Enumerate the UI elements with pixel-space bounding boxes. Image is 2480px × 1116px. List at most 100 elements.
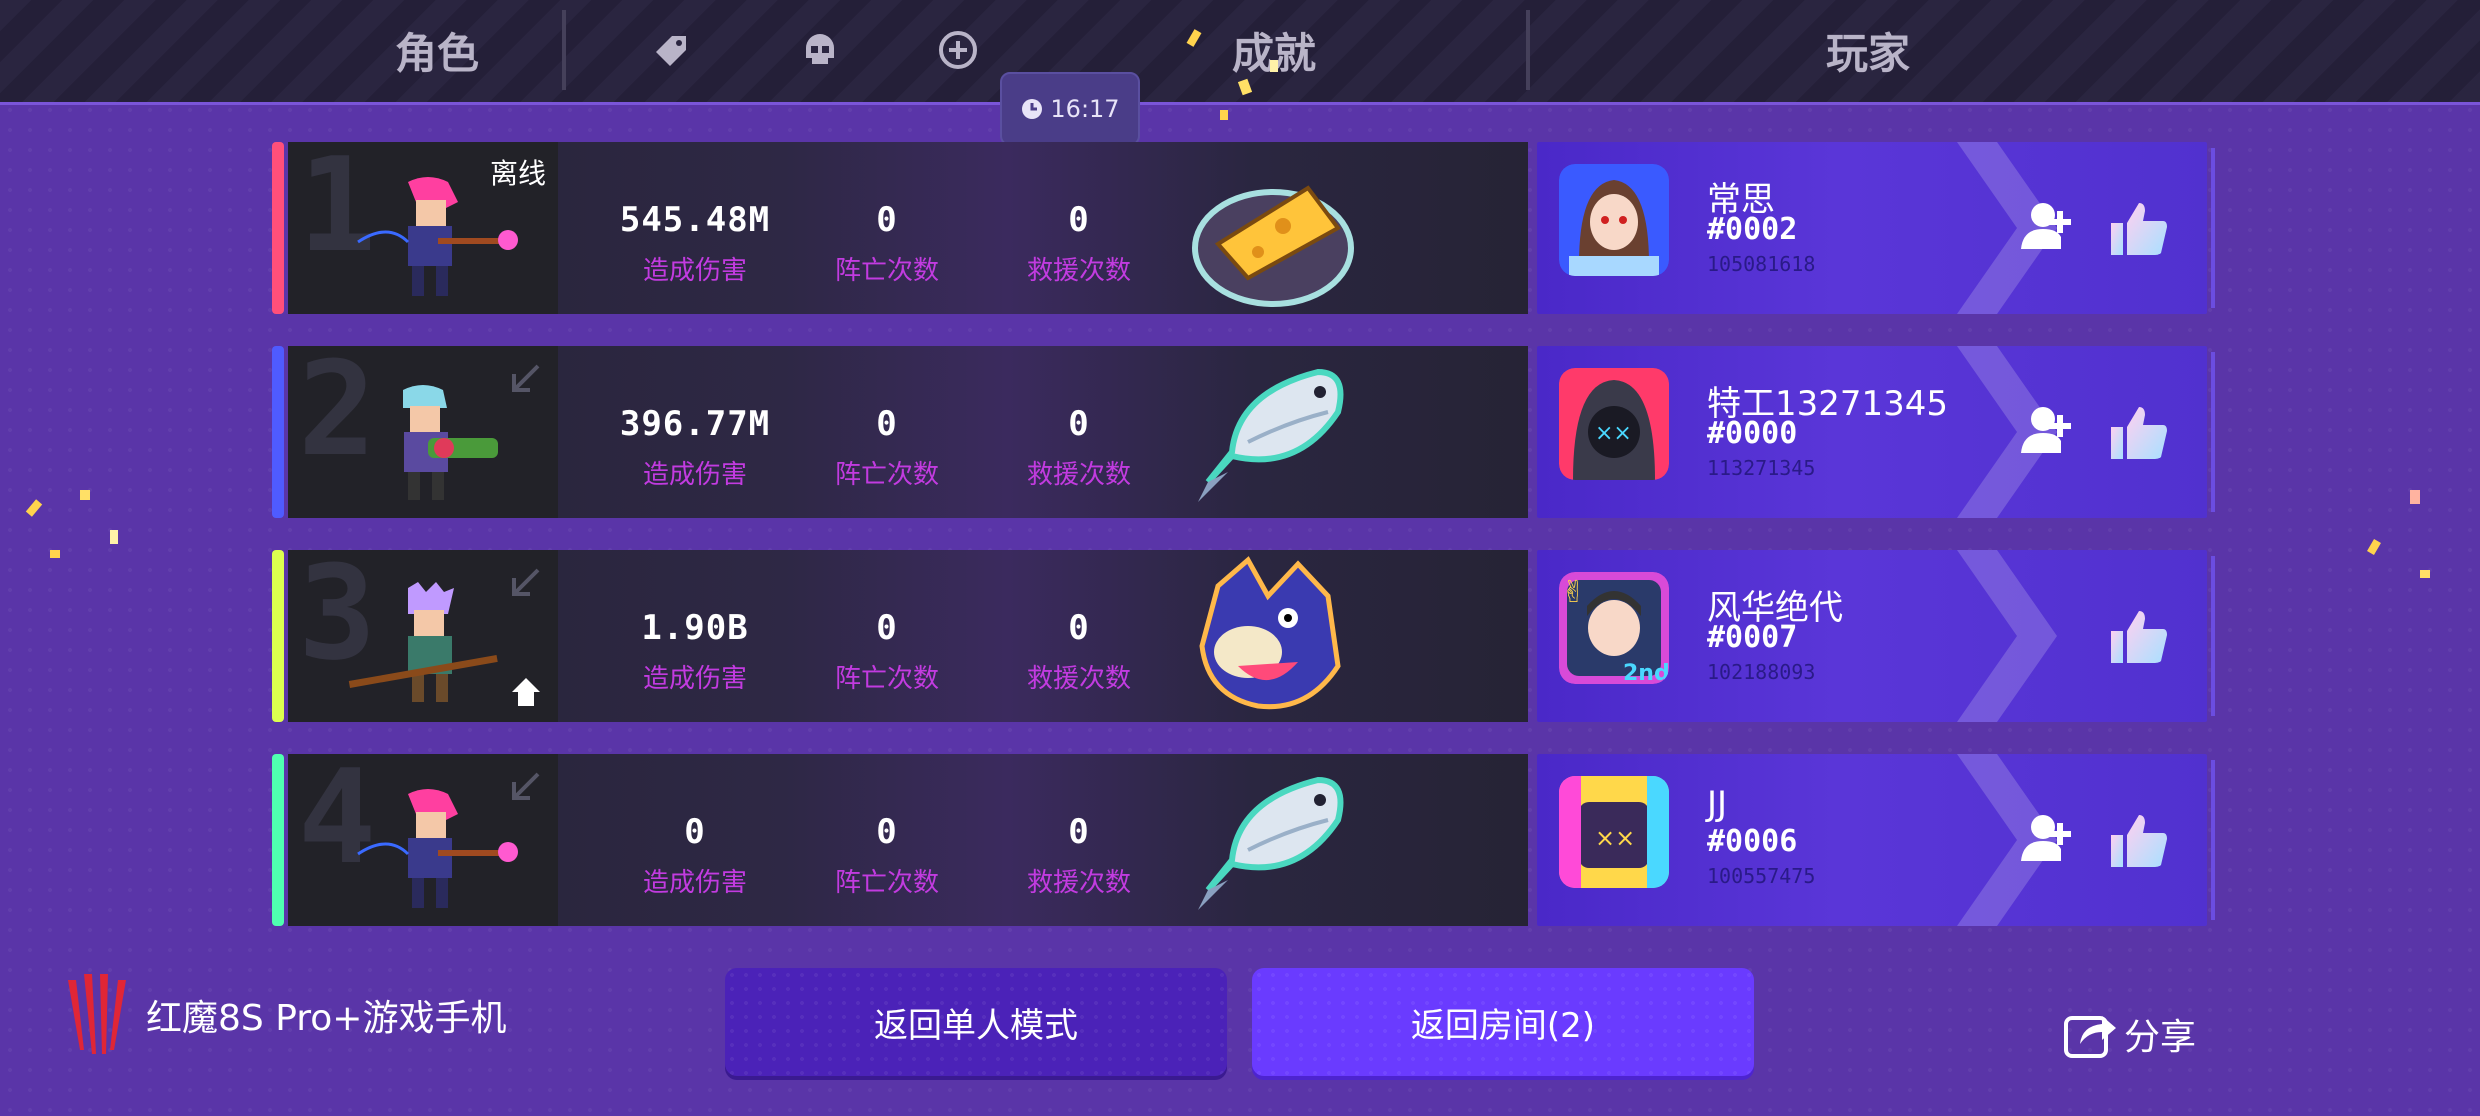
thumbs-up-icon[interactable] <box>2107 605 2171 669</box>
rescues-label: 救援次数 <box>1026 868 1131 898</box>
rescues-value: 0 <box>1068 404 1090 444</box>
svg-text:✌: ✌ <box>1561 575 1586 610</box>
rank-stripe <box>272 346 284 518</box>
scoreboard-row: 1 离线 545.48M 造成伤害 0 阵亡次数 0 救援次数 常思 #0002… <box>272 140 2215 314</box>
brand-text: 红魔8S Pro+游戏手机 <box>146 998 507 1039</box>
rank-stripe <box>272 550 284 722</box>
clock-badge: 16:17 <box>1000 72 1140 146</box>
achievement-fish-icon <box>1198 368 1344 502</box>
character-sprite <box>348 582 498 702</box>
thumbs-up-icon[interactable] <box>2107 809 2171 873</box>
character-box: 4 <box>288 752 558 926</box>
player-avatar: ×× <box>1559 368 1669 480</box>
expand-arrow-icon[interactable] <box>504 564 544 604</box>
svg-text:××: ×× <box>1595 421 1632 446</box>
damage-value: 0 <box>684 812 706 852</box>
tag-icon[interactable] <box>650 28 694 72</box>
deaths-label: 阵亡次数 <box>834 868 939 898</box>
damage-value: 545.48M <box>619 200 771 240</box>
rescues-value: 0 <box>1068 608 1090 648</box>
add-friend-icon[interactable] <box>2017 809 2077 869</box>
character-box: 1 离线 <box>288 140 558 314</box>
achievement-wolf-icon <box>1199 556 1341 710</box>
player-card[interactable]: ×× JJ #0006 100557475 <box>1537 754 2215 926</box>
player-id: 113271345 <box>1707 456 1816 480</box>
player-card[interactable]: 常思 #0002 105081618 <box>1537 142 2215 314</box>
rescues-label: 救援次数 <box>1026 256 1131 286</box>
player-avatar: ×× <box>1559 776 1669 888</box>
damage-label: 造成伤害 <box>642 664 747 694</box>
add-friend-icon[interactable] <box>2017 197 2077 257</box>
skull-icon[interactable] <box>798 28 842 72</box>
player-avatar <box>1559 164 1669 276</box>
rescues-stat: 0 救援次数 <box>994 812 1164 899</box>
stats-card: 1 离线 545.48M 造成伤害 0 阵亡次数 0 救援次数 <box>288 140 1528 314</box>
expand-arrow-icon[interactable] <box>504 768 544 808</box>
player-name: JJ <box>1707 784 1728 824</box>
redmagic-logo-icon <box>68 974 126 1054</box>
rescues-stat: 0 救援次数 <box>994 608 1164 695</box>
plus-circle-icon[interactable] <box>936 28 980 72</box>
rescues-label: 救援次数 <box>1026 460 1131 490</box>
scoreboard-row: 4 0 造成伤害 0 阵亡次数 0 救援次数 ×× JJ #0006 10055… <box>272 752 2215 926</box>
deaths-stat: 0 阵亡次数 <box>802 404 972 491</box>
offline-status: 离线 <box>489 157 546 190</box>
home-icon <box>512 678 540 706</box>
player-number: #0000 <box>1707 416 1798 451</box>
add-friend-icon[interactable] <box>2017 401 2077 461</box>
confetti-decoration <box>2367 490 2430 578</box>
damage-label: 造成伤害 <box>642 256 747 286</box>
brand-logo: 红魔8S Pro+游戏手机 <box>62 970 506 1060</box>
deaths-stat: 0 阵亡次数 <box>802 812 972 899</box>
scoreboard-row: 3 1.90B 造成伤害 0 阵亡次数 0 救援次数 2nd ✌ 风华绝代 #0… <box>272 548 2215 722</box>
player-card[interactable]: 2nd ✌ 风华绝代 #0007 102188093 <box>1537 550 2215 722</box>
tab-role[interactable]: 角色 <box>395 20 479 81</box>
share-icon <box>2064 1016 2116 1058</box>
player-number: #0006 <box>1707 824 1798 859</box>
expand-arrow-icon[interactable] <box>504 360 544 400</box>
damage-stat: 396.77M 造成伤害 <box>610 404 780 491</box>
damage-value: 396.77M <box>619 404 771 444</box>
player-card[interactable]: ×× 特工13271345 #0000 113271345 <box>1537 346 2215 518</box>
rescues-value: 0 <box>1068 812 1090 852</box>
damage-label: 造成伤害 <box>642 868 747 898</box>
deaths-stat: 0 阵亡次数 <box>802 200 972 287</box>
share-button[interactable]: 分享 <box>2062 1006 2196 1062</box>
damage-stat: 1.90B 造成伤害 <box>610 608 780 695</box>
character-box: 2 <box>288 344 558 518</box>
back-room-button[interactable]: 返回房间(2) <box>1252 968 1754 1076</box>
rescues-stat: 0 救援次数 <box>994 200 1164 287</box>
rescues-stat: 0 救援次数 <box>994 404 1164 491</box>
stats-card: 2 396.77M 造成伤害 0 阵亡次数 0 救援次数 <box>288 344 1528 518</box>
confetti-decoration <box>1186 29 1278 120</box>
tab-player[interactable]: 玩家 <box>1826 20 1910 81</box>
deaths-stat: 0 阵亡次数 <box>802 608 972 695</box>
clock-icon <box>1022 99 1043 119</box>
deaths-label: 阵亡次数 <box>834 460 939 490</box>
damage-stat: 0 造成伤害 <box>610 812 780 899</box>
deaths-value: 0 <box>876 404 898 444</box>
chevron-decoration <box>1957 550 2057 722</box>
character-sprite <box>403 385 498 500</box>
player-number: #0007 <box>1707 620 1798 655</box>
thumbs-up-icon[interactable] <box>2107 197 2171 261</box>
character-box: 3 <box>288 548 558 722</box>
thumbs-up-icon[interactable] <box>2107 401 2171 465</box>
stats-card: 3 1.90B 造成伤害 0 阵亡次数 0 救援次数 <box>288 548 1528 722</box>
divider <box>562 10 566 90</box>
back-single-mode-button[interactable]: 返回单人模式 <box>725 968 1227 1076</box>
player-id: 102188093 <box>1707 660 1816 684</box>
achievement-fish-icon <box>1198 776 1344 910</box>
player-id: 100557475 <box>1707 864 1816 888</box>
share-label: 分享 <box>2124 1017 2197 1058</box>
confetti-decoration <box>25 490 118 558</box>
rank-stripe <box>272 142 284 314</box>
character-sprite <box>357 789 518 908</box>
rank-stripe <box>272 754 284 926</box>
player-number: #0002 <box>1707 212 1798 247</box>
damage-stat: 545.48M 造成伤害 <box>610 200 780 287</box>
scoreboard-row: 2 396.77M 造成伤害 0 阵亡次数 0 救援次数 ×× 特工132713 <box>272 344 2215 518</box>
svg-text:××: ×× <box>1595 824 1635 852</box>
rescues-value: 0 <box>1068 200 1090 240</box>
deaths-value: 0 <box>876 608 898 648</box>
